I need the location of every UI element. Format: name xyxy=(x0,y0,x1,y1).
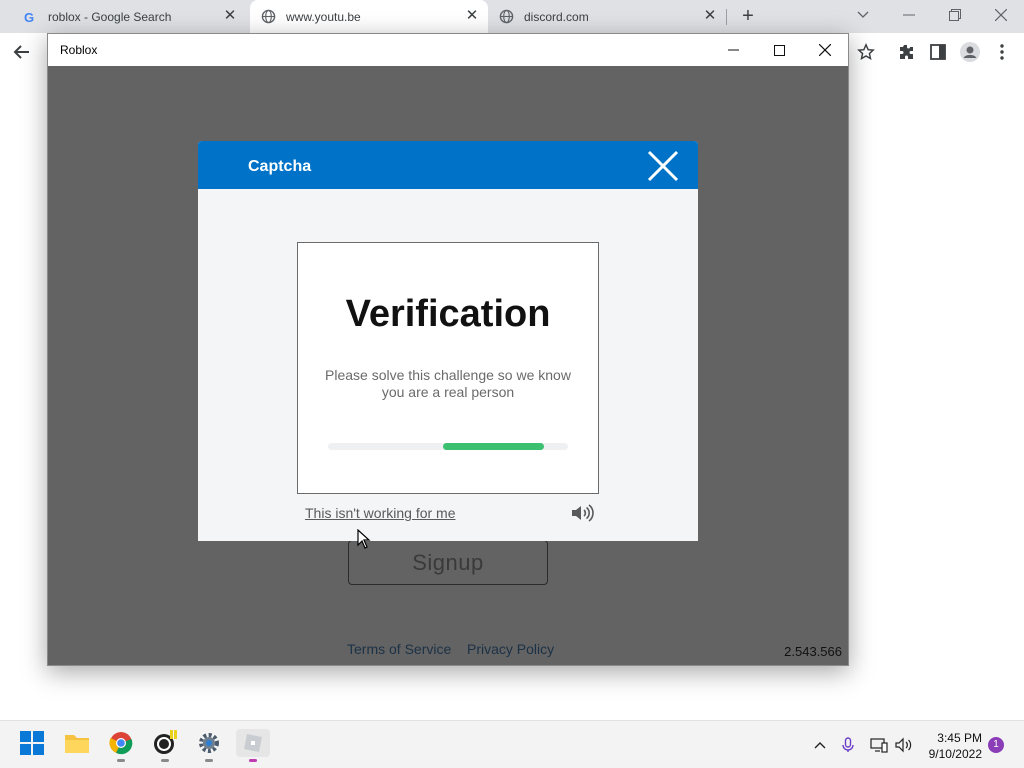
globe-icon xyxy=(260,9,276,25)
system-clock[interactable]: 3:45 PM 9/10/2022 xyxy=(929,730,982,762)
close-window-icon[interactable] xyxy=(978,0,1024,30)
roblox-window: Roblox Signup Terms of Service Privacy P… xyxy=(47,33,849,666)
settings-gear-icon[interactable] xyxy=(195,729,223,762)
minimize-icon[interactable] xyxy=(710,34,756,66)
not-working-link[interactable]: This isn't working for me xyxy=(305,505,456,521)
captcha-header: Captcha xyxy=(198,141,698,189)
captcha-title: Captcha xyxy=(248,158,312,175)
clock-date: 9/10/2022 xyxy=(928,747,982,761)
globe-icon xyxy=(498,9,514,25)
tab-title: www.youtu.be xyxy=(286,9,361,24)
window-title: Roblox xyxy=(60,43,98,57)
windows-start-icon[interactable] xyxy=(18,729,46,757)
browser-tab-strip: G roblox - Google Search ✕ www.youtu.be … xyxy=(0,0,1024,33)
close-tab-icon[interactable]: ✕ xyxy=(464,8,480,24)
minimize-icon[interactable] xyxy=(886,0,932,30)
audio-speaker-icon[interactable] xyxy=(570,503,594,523)
extensions-icon[interactable] xyxy=(894,40,918,64)
roblox-app-icon[interactable] xyxy=(236,729,270,762)
progress-fill xyxy=(443,443,544,450)
tab-google-search[interactable]: G roblox - Google Search ✕ xyxy=(12,0,246,33)
google-icon: G xyxy=(22,9,38,25)
tab-title: discord.com xyxy=(524,9,589,24)
show-hidden-icons-icon[interactable] xyxy=(810,735,830,755)
running-indicator xyxy=(249,759,257,762)
roblox-titlebar: Roblox xyxy=(48,34,848,66)
close-icon[interactable] xyxy=(646,149,680,183)
tab-youtu-be[interactable]: www.youtu.be ✕ xyxy=(250,0,488,33)
tab-title: roblox - Google Search xyxy=(48,9,172,24)
notification-badge[interactable]: 1 xyxy=(988,737,1004,753)
tab-separator xyxy=(726,9,727,25)
clock-time: 3:45 PM xyxy=(937,731,982,745)
verification-panel: Verification Please solve this challenge… xyxy=(297,242,599,494)
close-window-icon[interactable] xyxy=(802,34,848,66)
svg-text:G: G xyxy=(24,10,34,24)
side-panel-icon[interactable] xyxy=(926,40,950,64)
volume-icon[interactable] xyxy=(894,735,914,755)
running-indicator xyxy=(205,759,213,762)
close-tab-icon[interactable]: ✕ xyxy=(222,8,238,24)
new-tab-button[interactable]: + xyxy=(736,5,760,29)
profile-avatar-icon[interactable] xyxy=(958,40,982,64)
tab-discord[interactable]: discord.com ✕ xyxy=(488,0,726,33)
network-icon[interactable] xyxy=(869,735,889,755)
verification-title: Verification xyxy=(345,293,551,335)
microphone-icon[interactable] xyxy=(838,735,858,755)
privacy-policy-link[interactable]: Privacy Policy xyxy=(467,641,554,657)
more-menu-icon[interactable] xyxy=(990,40,1014,64)
mouse-cursor-icon xyxy=(357,528,371,549)
back-arrow-icon[interactable] xyxy=(10,40,34,64)
file-explorer-icon[interactable] xyxy=(63,729,91,757)
verification-instructions: Please solve this challenge so we know y… xyxy=(325,367,571,400)
running-indicator xyxy=(117,759,125,762)
bookmark-star-icon[interactable] xyxy=(854,40,878,64)
taskbar: 3:45 PM 9/10/2022 1 xyxy=(0,720,1024,768)
maximize-icon[interactable] xyxy=(756,34,802,66)
chrome-icon[interactable] xyxy=(107,729,135,762)
captcha-dialog: Captcha Verification Please solve this c… xyxy=(198,141,698,541)
verification-progress-bar xyxy=(328,443,568,450)
running-indicator xyxy=(161,759,169,762)
terms-of-service-link[interactable]: Terms of Service xyxy=(347,641,451,657)
obs-app-icon[interactable] xyxy=(151,729,179,762)
tab-search-icon[interactable] xyxy=(840,0,886,30)
close-tab-icon[interactable]: ✕ xyxy=(702,8,718,24)
version-label: 2.543.566 xyxy=(784,644,842,659)
signup-button[interactable]: Signup xyxy=(348,540,548,585)
restore-icon[interactable] xyxy=(932,0,978,30)
